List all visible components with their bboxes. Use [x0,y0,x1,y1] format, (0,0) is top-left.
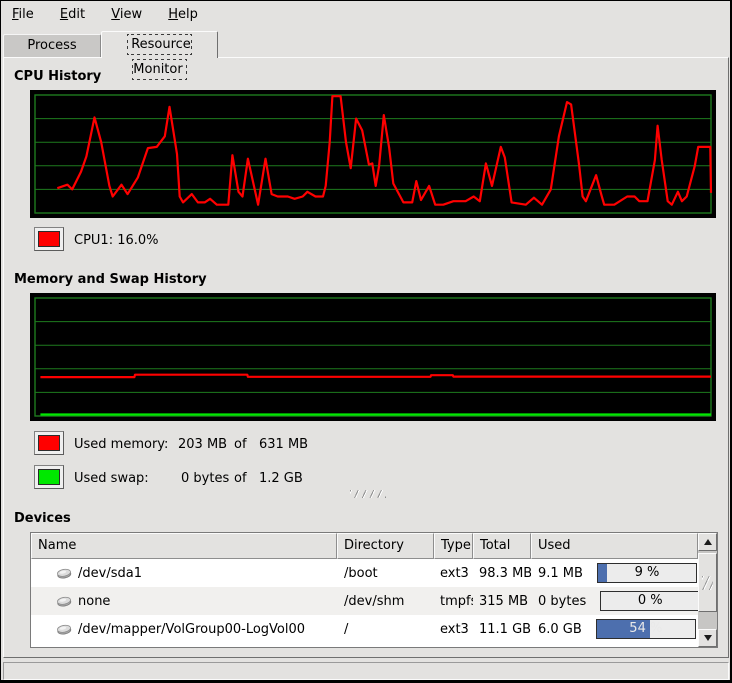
pane-splitter-grip[interactable] [350,490,386,498]
arrow-down-icon [704,635,712,641]
device-name: /dev/mapper/VolGroup00-LogVol00 [78,622,305,637]
cpu1-color-chip [38,231,60,247]
device-used-progressbar: 0 % [600,591,698,611]
harddisk-icon [56,594,72,608]
harddisk-icon [56,622,72,636]
progress-label: 54 % [597,621,695,636]
menu-help[interactable]: Help [157,1,209,27]
column-header-name[interactable]: Name [31,533,337,559]
device-total: 315 MB [473,594,531,609]
harddisk-icon [56,566,72,580]
used-swap-of: of [234,471,247,486]
used-swap-total: 1.2 GB [259,471,303,486]
device-name: none [78,594,110,609]
devices-table: Name Directory Type Total Used /dev/sda1 [30,532,718,648]
column-header-directory[interactable]: Directory [337,533,434,559]
used-swap-label: Used swap: [74,471,149,486]
scrollbar-up-button[interactable] [698,533,717,551]
cpu-history-title: CPU History [14,69,101,84]
used-memory-color-swatch[interactable] [34,431,64,455]
used-swap-value: 0 bytes [181,471,229,486]
progress-label: 0 % [601,593,698,608]
column-header-total[interactable]: Total [473,533,531,559]
used-memory-label: Used memory: [74,437,168,452]
statusbar [3,662,729,680]
device-used: 0 bytes [538,594,586,609]
memory-swap-history-title: Memory and Swap History [14,272,207,287]
device-used: 6.0 GB [538,622,582,637]
device-type: ext3 [434,566,473,581]
device-type: ext3 [434,622,473,637]
devices-title: Devices [14,511,71,526]
cpu1-legend-label: CPU1: 16.0% [74,233,159,248]
device-directory: / [337,622,434,637]
column-header-used[interactable]: Used [531,533,698,559]
device-used: 9.1 MB [538,566,583,581]
system-monitor-window: File Edit View Help Process Listing Reso… [0,0,732,683]
menu-file[interactable]: File [1,1,45,27]
device-name: /dev/sda1 [78,566,142,581]
memory-swap-history-graph [30,293,716,421]
scrollbar-grip-icon [702,576,713,590]
column-header-type[interactable]: Type [434,533,473,559]
device-type: tmpfs [434,594,473,609]
device-row-dev-sda1[interactable]: /dev/sda1 /boot ext3 98.3 MB 9.1 MB 9 % [31,559,698,587]
devices-table-header: Name Directory Type Total Used [31,533,698,559]
device-row-none[interactable]: none /dev/shm tmpfs 315 MB 0 bytes 0 % [31,587,698,615]
scrollbar-thumb[interactable] [698,553,717,612]
devices-table-body: /dev/sda1 /boot ext3 98.3 MB 9.1 MB 9 % [31,559,698,643]
used-memory-total: 631 MB [259,437,308,452]
tab-resource-monitor[interactable]: Resource Monitor [101,31,218,58]
device-total: 11.1 GB [473,622,531,637]
device-row-volgroup[interactable]: /dev/mapper/VolGroup00-LogVol00 / ext3 1… [31,615,698,643]
devices-vertical-scrollbar[interactable] [698,533,717,647]
cpu-history-graph [30,90,716,218]
menu-edit[interactable]: Edit [49,1,96,27]
device-directory: /dev/shm [337,594,434,609]
used-memory-value: 203 MB [178,437,227,452]
tab-process-listing[interactable]: Process Listing [3,34,101,58]
device-directory: /boot [337,566,434,581]
device-used-progressbar: 54 % [596,619,696,639]
menu-view[interactable]: View [100,1,153,27]
used-memory-of: of [234,437,247,452]
used-swap-color-chip [38,469,60,485]
arrow-up-icon [704,539,712,545]
used-memory-color-chip [38,435,60,451]
cpu1-color-swatch[interactable] [34,227,64,251]
progress-label: 9 % [598,565,696,580]
scrollbar-down-button[interactable] [698,629,717,647]
menubar: File Edit View Help [1,1,729,30]
used-swap-color-swatch[interactable] [34,465,64,489]
device-total: 98.3 MB [473,566,531,581]
device-used-progressbar: 9 % [597,563,697,583]
